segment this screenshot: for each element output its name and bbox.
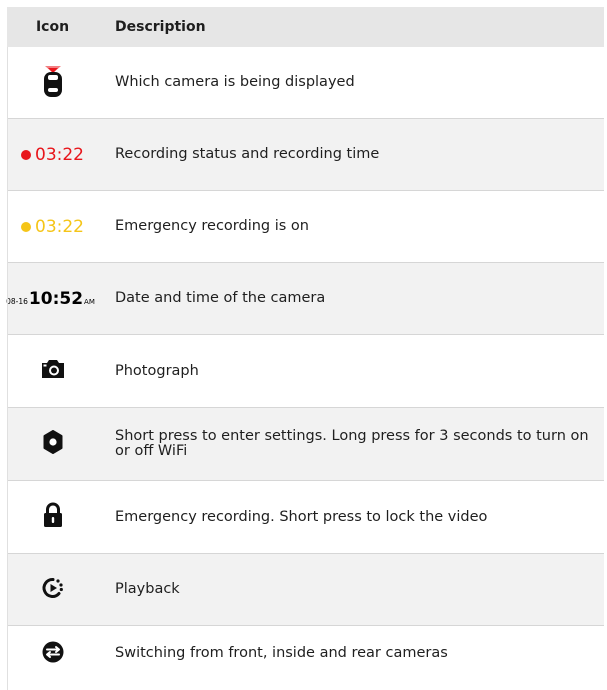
table-row: Which camera is being displayed [7,47,604,119]
icon-description-table: Icon Description Which camera is being d… [6,7,604,681]
row-description: Date and time of the camera [115,290,326,306]
header-description: Description [115,18,206,35]
row-description: Which camera is being displayed [115,74,355,90]
emergency-recording-indicator: 03:22 [21,217,84,237]
row-description: Emergency recording is on [115,218,309,234]
table-row: Photograph [7,335,604,408]
table-header: Icon Description [7,7,604,47]
table-row: 08-16 10:52 AM Date and time of the came… [6,263,604,335]
switch-camera-icon [42,641,64,667]
date-text: 08-16 [6,296,28,306]
time-text: 10:52 [28,288,84,309]
table-row: Short press to enter settings. Long pres… [7,408,604,481]
recording-time: 03:22 [35,144,84,165]
row-description: Emergency recording. Short press to lock… [115,508,488,525]
table-row: Emergency recording. Short press to lock… [7,481,604,554]
row-description: Playback [115,581,180,597]
camera-view-icon [42,64,64,102]
table-row: 03:22 Recording status and recording tim… [7,119,604,191]
date-time-display: 08-16 10:52 AM [6,289,95,309]
row-description: Recording status and recording time [115,146,380,162]
header-icon: Icon [35,19,70,35]
row-description: Photograph [115,362,199,379]
table-row: Playback [7,554,604,626]
table-row: Switching from front, inside and rear ca… [7,626,604,681]
playback-icon [41,576,65,604]
emergency-recording-time: 03:22 [35,216,84,237]
recording-status-indicator: 03:22 [21,145,84,165]
table-row: 03:22 Emergency recording is on [7,191,604,263]
emergency-dot-icon [21,221,31,232]
ampm-text: AM [84,297,95,306]
gear-icon [41,430,65,458]
row-description: Switching from front, inside and rear ca… [115,645,448,661]
lock-icon [43,502,63,532]
table-left-border [7,47,8,690]
recording-dot-icon [21,149,31,160]
camera-icon [40,359,66,383]
row-description: Short press to enter settings. Long pres… [115,428,589,459]
